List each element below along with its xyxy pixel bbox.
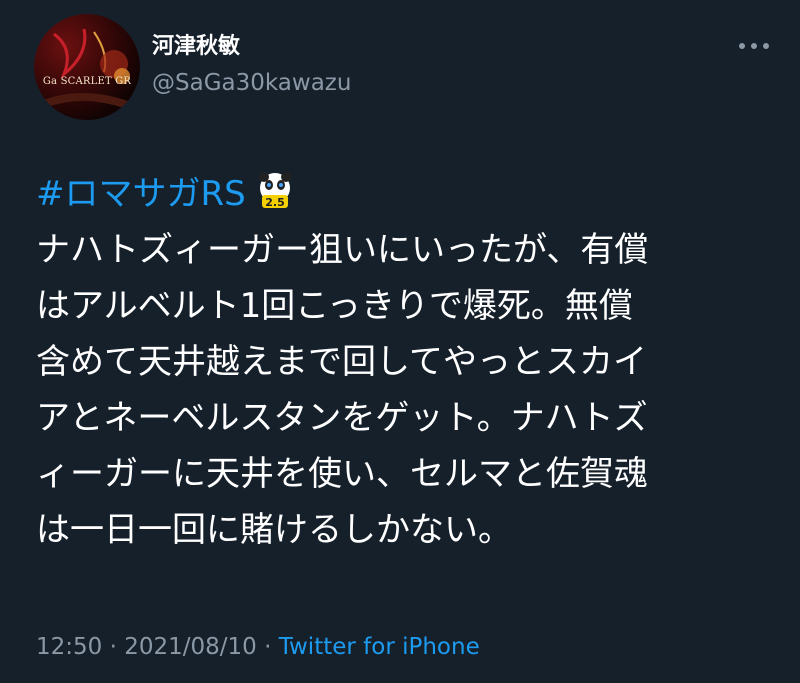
tweet-line-5: ィーガーに天井を使い、セルマと佐賀魂	[36, 454, 648, 494]
tweet-line-1: ナハトズィーガー狙いにいったが、有償	[36, 230, 649, 270]
display-name[interactable]: 河津秋敏	[152, 28, 240, 60]
panda-face-emoji-icon: 2.5	[258, 172, 291, 209]
tweet-line-4: アとネーベルスタンをゲット。ナハトズ	[36, 398, 648, 438]
tweet-text: #ロマサガRS 2.5 ナハトズィーガー狙いにいったが、有償 はアルベルト1回こ…	[36, 166, 776, 558]
tweet-card: Ga SCARLET GR 河津秋敏 @SaGa30kawazu #ロマサガRS…	[0, 0, 800, 683]
avatar-artwork-icon	[42, 28, 132, 110]
meta-separator: ·	[109, 634, 117, 660]
tweet-line-2: はアルベルト1回こっきりで爆死。無償	[36, 286, 633, 326]
tweet-source-link[interactable]: Twitter for iPhone	[279, 634, 480, 660]
tweet-time[interactable]: 12:50	[36, 634, 102, 660]
more-horizontal-icon[interactable]	[737, 40, 771, 52]
avatar[interactable]: Ga SCARLET GR	[34, 14, 140, 120]
tweet-line-3: 含めて天井越えまで回してやっとスカイ	[36, 342, 647, 382]
emoji-label: 2.5	[265, 196, 285, 209]
avatar-caption: Ga SCARLET GR	[42, 76, 132, 87]
tweet-date[interactable]: 2021/08/10	[124, 634, 257, 660]
hashtag-link[interactable]: #ロマサガRS	[36, 174, 246, 214]
meta-separator: ·	[264, 634, 272, 660]
user-handle[interactable]: @SaGa30kawazu	[152, 70, 351, 96]
hashtag-line: #ロマサガRS 2.5	[36, 166, 776, 222]
tweet-meta: 12:50 · 2021/08/10 · Twitter for iPhone	[36, 634, 480, 660]
tweet-line-6: は一日一回に賭けるしかない。	[36, 510, 512, 550]
